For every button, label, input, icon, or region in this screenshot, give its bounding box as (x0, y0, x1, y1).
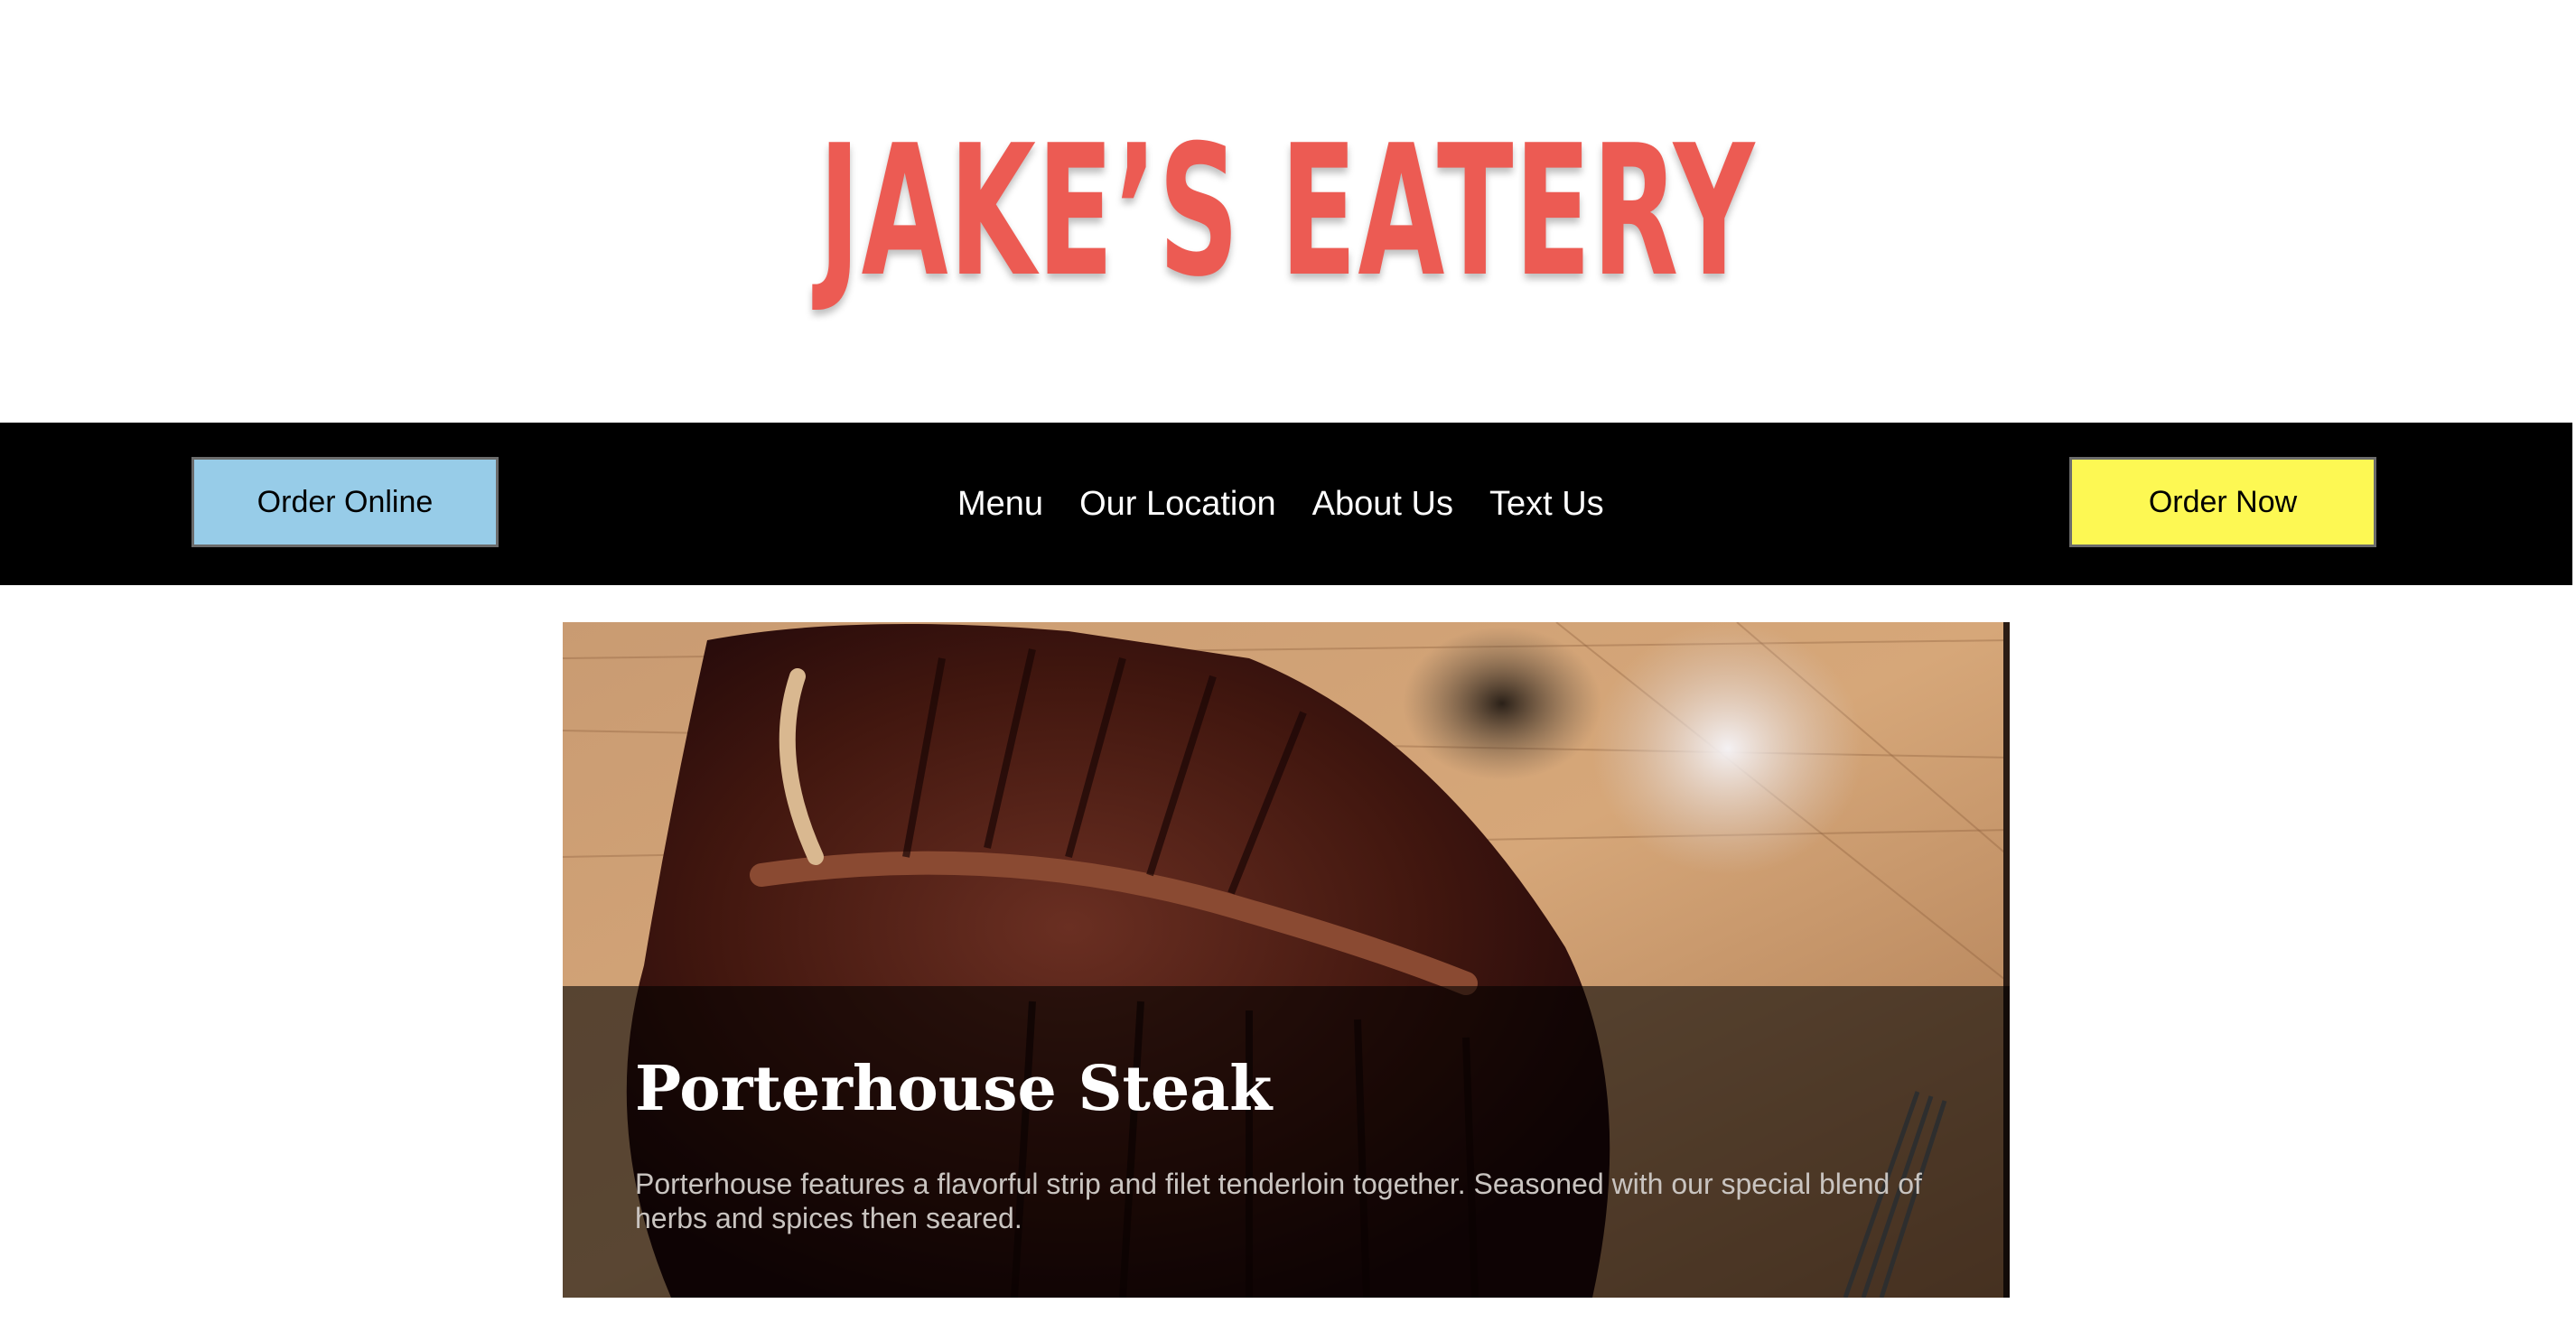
order-online-button[interactable]: Order Online (191, 457, 499, 547)
nav-link-about-us[interactable]: About Us (1312, 485, 1453, 524)
order-now-button[interactable]: Order Now (2069, 457, 2376, 547)
hero-caption: Porterhouse Steak Porterhouse features a… (563, 986, 2010, 1298)
nav-link-our-location[interactable]: Our Location (1079, 485, 1276, 524)
site-header: JAKE’S EATERY (0, 0, 2576, 423)
nav-link-menu[interactable]: Menu (957, 485, 1043, 524)
main-navbar: Order Online Menu Our Location About Us … (0, 423, 2572, 585)
nav-links: Menu Our Location About Us Text Us (957, 423, 1604, 585)
nav-link-text-us[interactable]: Text Us (1489, 485, 1604, 524)
hero-title: Porterhouse Steak (635, 1053, 1273, 1125)
hero-description: Porterhouse features a flavorful strip a… (635, 1168, 1922, 1234)
site-logo[interactable]: JAKE’S EATERY (818, 122, 1754, 303)
hero-banner: Porterhouse Steak Porterhouse features a… (563, 622, 2010, 1298)
